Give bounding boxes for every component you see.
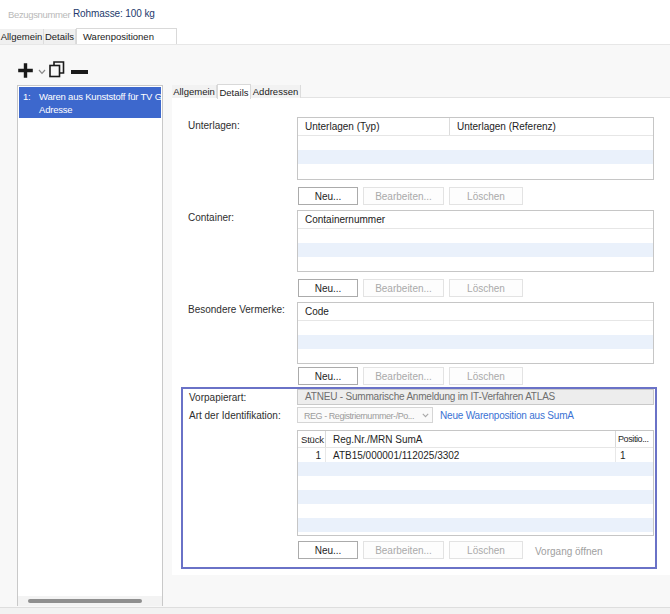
detail-tab-allgemein[interactable]: Allgemein <box>172 85 217 98</box>
add-position-icon[interactable] <box>17 62 34 79</box>
besondere-col: Code <box>298 303 329 320</box>
tab-warenpositionen[interactable]: Warenpositionen <box>76 28 177 44</box>
position-index: 1: <box>23 91 39 102</box>
tab-allgemein[interactable]: Allgemein <box>0 29 44 44</box>
scrollbar-thumb[interactable] <box>28 599 142 603</box>
position-list[interactable]: 1:Waren aus Kunststoff für TV Geräte Adr… <box>17 85 163 606</box>
unterlagen-loeschen-button[interactable]: Löschen <box>449 187 523 205</box>
unterlagen-col-typ: Unterlagen (Typ) <box>298 118 450 135</box>
rohmasse-label: Rohmasse: 100 kg <box>73 8 155 19</box>
container-label: Container: <box>188 212 234 223</box>
vorpapier-focus-box <box>181 387 657 569</box>
empty-row <box>298 335 653 349</box>
unterlagen-neu-button[interactable]: Neu... <box>298 187 358 205</box>
panel-bottom-edge <box>0 607 670 614</box>
container-loeschen-button[interactable]: Löschen <box>449 279 523 297</box>
container-table[interactable]: Containernummer <box>297 210 654 272</box>
besondere-neu-button[interactable]: Neu... <box>298 367 358 385</box>
empty-row <box>298 349 653 363</box>
container-bearbeiten-button[interactable]: Bearbeiten... <box>363 279 444 297</box>
unterlagen-col-referenz: Unterlagen (Referenz) <box>450 118 556 135</box>
add-dropdown-chevron-icon[interactable] <box>38 69 46 75</box>
bezugsnummer-label: Bezugsnummer <box>8 9 70 20</box>
tab-details[interactable]: Details <box>44 29 76 44</box>
empty-row <box>298 164 653 178</box>
empty-row <box>298 136 653 150</box>
empty-row <box>298 257 653 271</box>
position-title: Waren aus Kunststoff für TV Geräte <box>39 91 161 102</box>
besondere-vermerke-table[interactable]: Code <box>297 302 654 364</box>
position-list-item-selected[interactable]: 1:Waren aus Kunststoff für TV Geräte Adr… <box>19 87 161 118</box>
unterlagen-label: Unterlagen: <box>188 120 240 131</box>
copy-position-icon[interactable] <box>48 60 66 78</box>
besondere-vermerke-label: Besondere Vermerke: <box>188 304 285 315</box>
besondere-loeschen-button[interactable]: Löschen <box>449 367 523 385</box>
empty-row <box>298 150 653 164</box>
detail-tab-addressen[interactable]: Addressen <box>251 85 301 98</box>
empty-row <box>298 321 653 335</box>
main-tab-bar: Allgemein Details Warenpositionen <box>0 29 177 44</box>
list-horizontal-scrollbar[interactable] <box>18 596 162 606</box>
detail-tab-bar: Allgemein Details Addressen <box>172 84 670 98</box>
empty-row <box>298 243 653 257</box>
detail-tab-details[interactable]: Details <box>217 84 251 99</box>
position-subtitle: Adresse <box>39 104 72 115</box>
empty-row <box>298 229 653 243</box>
remove-position-icon[interactable] <box>71 70 88 74</box>
besondere-bearbeiten-button[interactable]: Bearbeiten... <box>363 367 444 385</box>
unterlagen-table[interactable]: Unterlagen (Typ) Unterlagen (Referenz) <box>297 117 654 180</box>
container-col: Containernummer <box>298 211 385 228</box>
unterlagen-bearbeiten-button[interactable]: Bearbeiten... <box>363 187 444 205</box>
container-neu-button[interactable]: Neu... <box>298 279 358 297</box>
